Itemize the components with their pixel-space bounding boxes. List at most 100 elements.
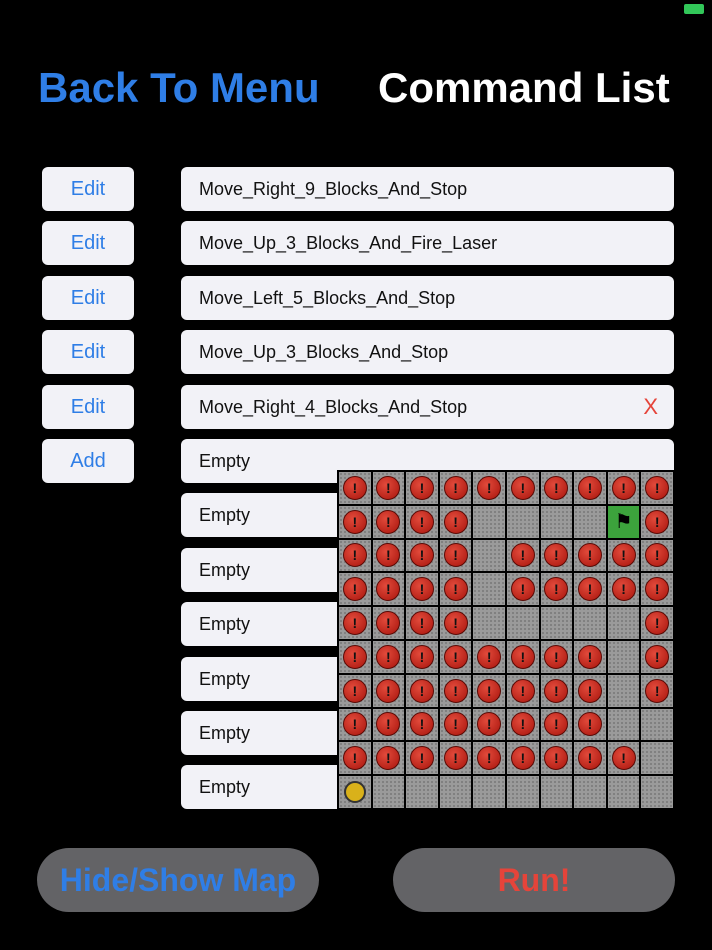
map-cell: ! [473,708,505,741]
map-cell: ! [473,640,505,673]
add-command-button[interactable]: Add [42,439,134,483]
map-cell [473,573,505,606]
mine-icon: ! [409,543,434,568]
map-cell [439,776,472,808]
map-cell: ! [372,607,405,639]
map-cell: ! [406,607,438,639]
map-cell: ! [607,742,640,775]
mine-icon: ! [443,678,468,703]
mine-icon: ! [376,712,401,737]
map-cell: ! [507,573,539,606]
map-cell: ! [439,742,472,775]
mine-icon: ! [342,644,367,669]
mine-icon: ! [409,509,434,534]
delete-command-button[interactable]: X [643,394,658,420]
mine-icon: ! [342,611,367,636]
edit-command-button[interactable]: Edit [42,167,134,211]
map-cell [473,539,505,572]
map-cell [574,505,606,538]
map-cell [473,776,505,808]
map-cell: ! [507,472,539,504]
map-cell: ! [439,674,472,707]
map-cell: ! [372,539,405,572]
edit-command-button[interactable]: Edit [42,276,134,320]
mine-icon: ! [577,644,602,669]
map-cell: ! [641,573,673,606]
command-row[interactable]: Move_Up_3_Blocks_And_Fire_Laser [181,221,674,265]
edit-command-button[interactable]: Edit [42,221,134,265]
map-cell: ! [540,573,573,606]
command-text: Empty [199,722,251,743]
map-cell [607,708,640,741]
mine-icon: ! [611,746,636,771]
map-cell: ! [473,742,505,775]
map-cell [540,607,573,639]
map-cell: ! [406,573,438,606]
command-text: Move_Up_3_Blocks_And_Stop [199,341,449,362]
command-row[interactable]: Move_Up_3_Blocks_And_Stop [181,330,674,374]
map-cell [339,776,371,808]
map-cell [507,607,539,639]
map-cell [507,505,539,538]
edit-command-button[interactable]: Edit [42,385,134,429]
map-cell [372,776,405,808]
mine-icon: ! [443,611,468,636]
mine-icon: ! [577,746,602,771]
mine-icon: ! [409,577,434,602]
map-cell [641,776,673,808]
hide-show-map-button[interactable]: Hide/Show Map [37,848,319,912]
map-cell [607,640,640,673]
game-map: !!!!!!!!!!!!!! ⚑!!!!!!!!!!!!!!!!!!!!!!!!!… [337,470,675,810]
map-cell: ! [507,674,539,707]
map-cell [540,505,573,538]
mine-icon: ! [510,644,535,669]
mine-icon: ! [376,678,401,703]
mine-icon: ! [611,475,636,500]
map-cell: ! [540,674,573,707]
map-cell: ! [339,539,371,572]
edit-command-button[interactable]: Edit [42,330,134,374]
map-cell: ! [339,640,371,673]
command-text: Empty [199,504,251,525]
map-cell: ! [406,708,438,741]
map-cell: ! [372,674,405,707]
mine-icon: ! [577,475,602,500]
mine-icon: ! [443,644,468,669]
mine-icon: ! [645,543,670,568]
map-cell: ! [507,539,539,572]
mine-icon: ! [477,712,502,737]
map-cell [607,674,640,707]
map-cell: ! [372,742,405,775]
mine-icon: ! [342,509,367,534]
mine-icon: ! [611,577,636,602]
map-cell: ! [574,539,606,572]
mine-icon: ! [342,712,367,737]
map-cell: ! [439,607,472,639]
mine-icon: ! [544,577,569,602]
map-cell: ! [540,472,573,504]
command-row[interactable]: Move_Left_5_Blocks_And_Stop [181,276,674,320]
mine-icon: ! [577,543,602,568]
mine-icon: ! [409,678,434,703]
mine-icon: ! [544,475,569,500]
mine-icon: ! [409,475,434,500]
command-row[interactable]: Move_Right_4_Blocks_And_Stop X [181,385,674,429]
command-text: Move_Right_4_Blocks_And_Stop [199,396,468,417]
mine-icon: ! [645,644,670,669]
map-cell: ! [439,640,472,673]
map-cell: ! [339,674,371,707]
command-row[interactable]: Move_Right_9_Blocks_And_Stop [181,167,674,211]
map-cell: ! [641,674,673,707]
mine-icon: ! [342,746,367,771]
map-cell: ! [439,708,472,741]
run-button[interactable]: Run! [393,848,675,912]
mine-icon: ! [477,746,502,771]
back-to-menu-button[interactable]: Back To Menu [38,64,320,112]
mine-icon: ! [510,678,535,703]
map-cell: ! [406,742,438,775]
map-cell [641,708,673,741]
mine-icon: ! [443,712,468,737]
mine-icon: ! [342,678,367,703]
command-text: Move_Up_3_Blocks_And_Fire_Laser [199,232,498,253]
mine-icon: ! [544,644,569,669]
